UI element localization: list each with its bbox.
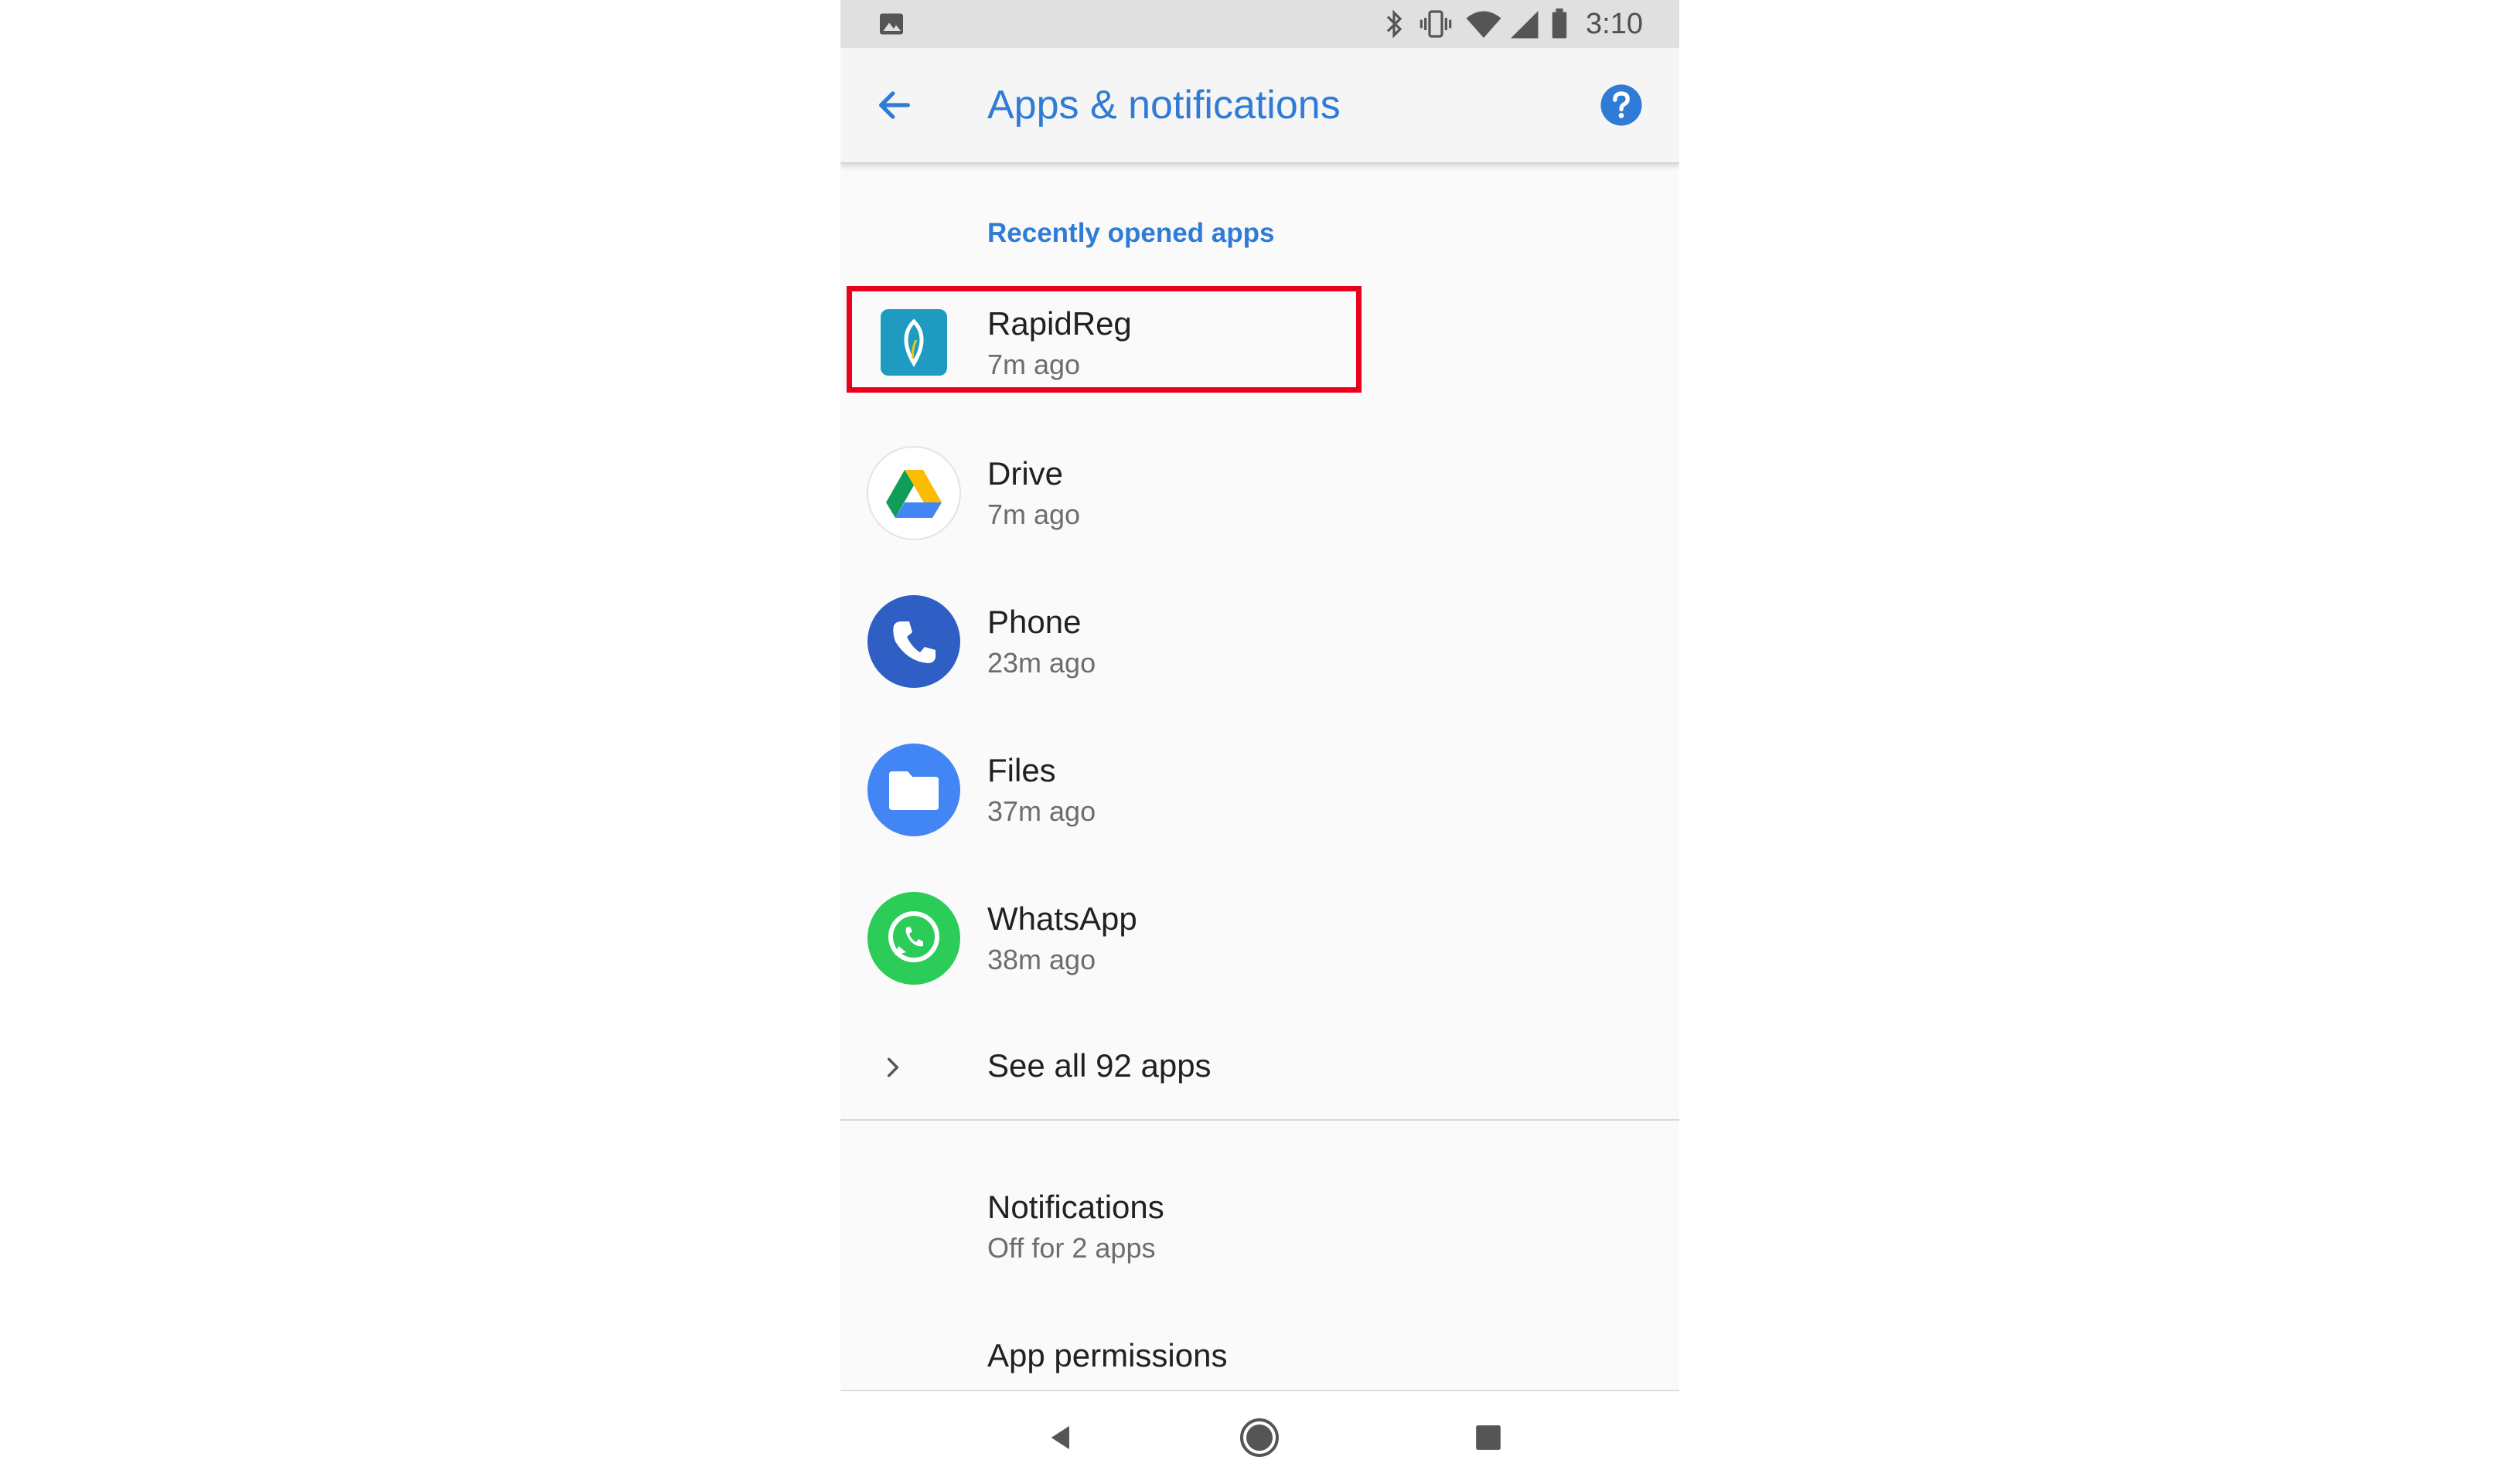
nav-recents-icon[interactable] bbox=[1457, 1407, 1519, 1469]
app-last-opened: 7m ago bbox=[987, 349, 1081, 380]
wifi-icon bbox=[1465, 0, 1502, 48]
app-name: Drive bbox=[987, 455, 1064, 492]
nav-back-icon[interactable] bbox=[1031, 1407, 1092, 1469]
drive-icon bbox=[865, 444, 963, 542]
settings-title: Notifications bbox=[987, 1189, 1164, 1225]
help-icon[interactable] bbox=[1598, 82, 1644, 128]
settings-item-app-permissions[interactable]: App permissions bbox=[840, 1337, 1679, 1390]
image-icon bbox=[878, 0, 905, 48]
files-icon bbox=[865, 741, 963, 839]
phone-icon bbox=[865, 593, 963, 690]
app-bar: Apps & notifications bbox=[840, 48, 1679, 164]
see-all-apps[interactable]: See all 92 apps bbox=[840, 1038, 1679, 1115]
chevron-right-icon bbox=[874, 1049, 912, 1086]
clock: 3:10 bbox=[1586, 7, 1643, 40]
phone-screen: 3:10 Apps & notifications Recently opene… bbox=[840, 0, 1679, 1484]
app-item-files[interactable]: Files 37m ago bbox=[840, 741, 1679, 890]
app-name: Phone bbox=[987, 604, 1082, 640]
app-item-rapidreg[interactable]: RapidReg 7m ago bbox=[840, 296, 1679, 444]
app-last-opened: 23m ago bbox=[987, 647, 1096, 679]
app-name: RapidReg bbox=[987, 305, 1132, 342]
section-header-recent: Recently opened apps bbox=[987, 218, 1275, 248]
app-item-whatsapp[interactable]: WhatsApp 38m ago bbox=[840, 890, 1679, 1038]
app-item-drive[interactable]: Drive 7m ago bbox=[840, 444, 1679, 593]
see-all-label: See all 92 apps bbox=[987, 1047, 1212, 1084]
signal-icon bbox=[1508, 0, 1539, 48]
vibrate-icon bbox=[1419, 0, 1453, 48]
app-name: WhatsApp bbox=[987, 900, 1137, 937]
app-last-opened: 38m ago bbox=[987, 944, 1096, 975]
bluetooth-icon bbox=[1382, 0, 1406, 48]
app-last-opened: 7m ago bbox=[987, 499, 1081, 530]
whatsapp-icon bbox=[865, 890, 963, 987]
rapidreg-icon bbox=[865, 294, 963, 391]
divider bbox=[840, 1119, 1679, 1121]
app-last-opened: 37m ago bbox=[987, 795, 1096, 827]
navigation-bar bbox=[840, 1390, 1679, 1484]
settings-item-notifications[interactable]: Notifications Off for 2 apps bbox=[840, 1189, 1679, 1297]
arrow-back-icon[interactable] bbox=[871, 82, 918, 128]
battery-icon bbox=[1550, 0, 1569, 48]
nav-home-icon[interactable] bbox=[1229, 1407, 1290, 1469]
settings-title: App permissions bbox=[987, 1337, 1228, 1373]
page-title: Apps & notifications bbox=[987, 83, 1341, 128]
settings-subtitle: Off for 2 apps bbox=[987, 1232, 1156, 1264]
status-bar: 3:10 bbox=[840, 0, 1679, 48]
app-name: Files bbox=[987, 752, 1056, 788]
app-item-phone[interactable]: Phone 23m ago bbox=[840, 593, 1679, 741]
